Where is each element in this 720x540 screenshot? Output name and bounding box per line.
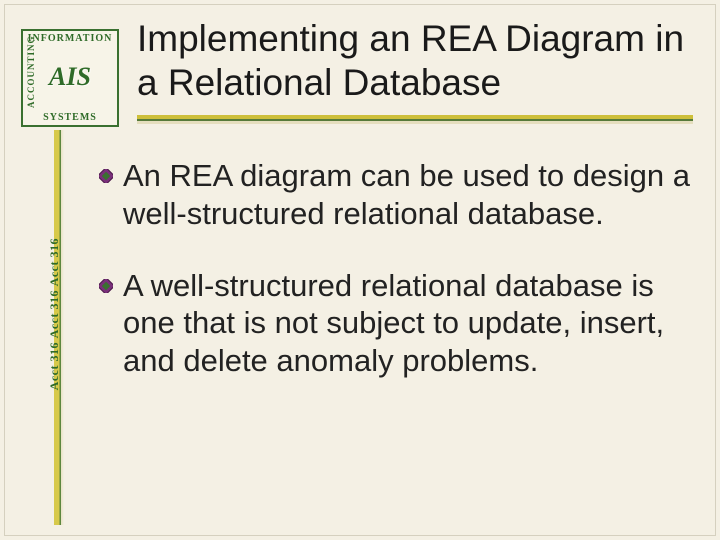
title-underline (137, 115, 693, 127)
ais-logo: INFORMATION SYSTEMS ACCOUNTING AIS (21, 29, 119, 127)
side-ribbon: Acct 316 Acct 316 Acct 316 (51, 130, 69, 525)
bullet-item: An REA diagram can be used to design a w… (99, 157, 695, 233)
bullet-text: A well-structured relational database is… (123, 268, 664, 379)
logo-top-text: INFORMATION (23, 33, 117, 44)
logo-left-text: ACCOUNTING (26, 48, 36, 108)
logo-bottom-text: SYSTEMS (23, 112, 117, 123)
logo-center-text: AIS (49, 62, 91, 92)
bullet-marker-icon (99, 279, 113, 293)
slide-page: INFORMATION SYSTEMS ACCOUNTING AIS Imple… (4, 4, 716, 536)
slide-header: INFORMATION SYSTEMS ACCOUNTING AIS Imple… (21, 17, 701, 137)
bullet-marker-icon (99, 169, 113, 183)
bullet-text: An REA diagram can be used to design a w… (123, 158, 690, 231)
course-code-1: Acct 316 (47, 238, 62, 286)
slide-title: Implementing an REA Diagram in a Relatio… (137, 17, 701, 104)
course-code-2: Acct 316 (47, 290, 62, 338)
bullet-item: A well-structured relational database is… (99, 267, 695, 380)
slide-body: An REA diagram can be used to design a w… (99, 157, 695, 414)
course-code-3: Acct 316 (47, 342, 62, 390)
